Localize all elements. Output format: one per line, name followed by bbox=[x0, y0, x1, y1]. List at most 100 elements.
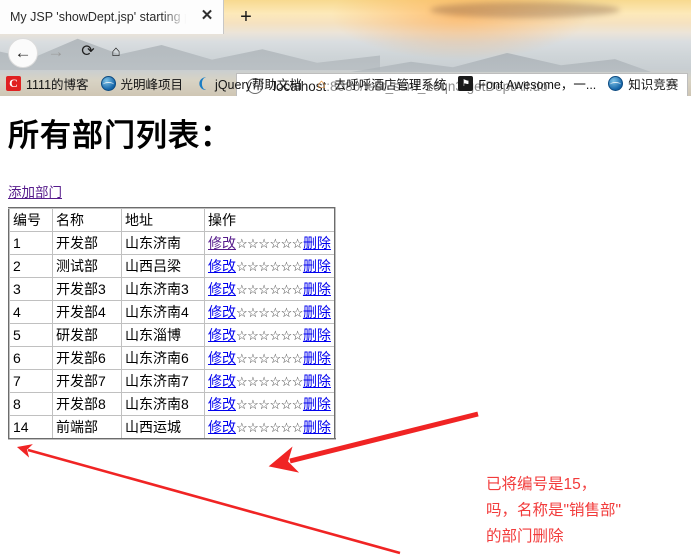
table-row: 14 前端部 山西运城 修改☆☆☆☆☆☆删除 bbox=[8, 415, 336, 440]
annotation-line: 的部门删除 bbox=[486, 528, 564, 545]
browser-tab-active[interactable]: My JSP 'showDept.jsp' starting p ✕ bbox=[0, 0, 224, 34]
bookmark-item[interactable]: C 1111的博客 bbox=[6, 74, 89, 93]
cell-id: 1 bbox=[8, 231, 53, 255]
bookmark-label: jQuery帮助文档 bbox=[215, 77, 302, 92]
star-separator: ☆☆☆☆☆☆ bbox=[236, 397, 303, 412]
edit-link[interactable]: 修改 bbox=[208, 304, 236, 320]
navigation-toolbar: ← → ⟳ ⌂ i localhost:8080/test_ssm_16qn3/… bbox=[0, 34, 691, 99]
cell-id: 14 bbox=[8, 415, 53, 440]
cell-operations: 修改☆☆☆☆☆☆删除 bbox=[203, 346, 336, 370]
star-separator: ☆☆☆☆☆☆ bbox=[236, 351, 303, 366]
csdn-c-icon: C bbox=[6, 75, 21, 91]
bookmark-item[interactable]: 光明峰项目 bbox=[100, 74, 184, 93]
tab-strip: My JSP 'showDept.jsp' starting p ✕ + bbox=[0, 0, 691, 34]
bookmark-item[interactable]: ⚑ Font Awesome，一... bbox=[458, 74, 596, 93]
browser-window: My JSP 'showDept.jsp' starting p ✕ + ← →… bbox=[0, 0, 691, 559]
page-viewport: 所有部门列表： 添加部门 编号 名称 地址 操作 1 开发部 山东济南 修改☆☆☆☆☆☆删除 2… bbox=[0, 96, 691, 559]
star-separator: ☆☆☆☆☆☆ bbox=[236, 420, 303, 435]
edit-link[interactable]: 修改 bbox=[208, 281, 236, 297]
cell-name: 开发部6 bbox=[52, 346, 122, 370]
column-header: 名称 bbox=[52, 207, 122, 232]
delete-link[interactable]: 删除 bbox=[303, 350, 331, 366]
table-row: 1 开发部 山东济南 修改☆☆☆☆☆☆删除 bbox=[8, 231, 336, 255]
table-row: 8 开发部8 山东济南8 修改☆☆☆☆☆☆删除 bbox=[8, 392, 336, 416]
cell-operations: 修改☆☆☆☆☆☆删除 bbox=[203, 231, 336, 255]
edit-link[interactable]: 修改 bbox=[208, 419, 236, 435]
annotation-line: 吗，名称是"销售部" bbox=[486, 502, 622, 519]
add-department-link[interactable]: 添加部门 bbox=[8, 181, 62, 201]
delete-link[interactable]: 删除 bbox=[303, 304, 331, 320]
cell-name: 开发部 bbox=[52, 231, 122, 255]
table-row: 4 开发部4 山东济南4 修改☆☆☆☆☆☆删除 bbox=[8, 300, 336, 324]
bookmark-label: 知识竞赛 bbox=[628, 77, 679, 92]
cell-name: 开发部8 bbox=[52, 392, 122, 416]
cell-operations: 修改☆☆☆☆☆☆删除 bbox=[203, 300, 336, 324]
cell-id: 5 bbox=[8, 323, 53, 347]
delete-link[interactable]: 删除 bbox=[303, 327, 331, 343]
column-header: 地址 bbox=[121, 207, 205, 232]
cell-address: 山东济南8 bbox=[121, 392, 205, 416]
cell-operations: 修改☆☆☆☆☆☆删除 bbox=[203, 323, 336, 347]
table-row: 5 研发部 山东淄博 修改☆☆☆☆☆☆删除 bbox=[8, 323, 336, 347]
globe-icon bbox=[100, 75, 116, 91]
table-row: 3 开发部3 山东济南3 修改☆☆☆☆☆☆删除 bbox=[8, 277, 336, 301]
departments-table: 编号 名称 地址 操作 1 开发部 山东济南 修改☆☆☆☆☆☆删除 2 测试部 山西吕梁 修改☆☆☆☆… bbox=[8, 207, 336, 440]
cell-operations: 修改☆☆☆☆☆☆删除 bbox=[203, 277, 336, 301]
star-separator: ☆☆☆☆☆☆ bbox=[236, 259, 303, 274]
delete-link[interactable]: 删除 bbox=[303, 235, 331, 251]
bookmark-label: 去呼呼酒店管理系统 bbox=[333, 77, 447, 92]
cell-name: 开发部4 bbox=[52, 300, 122, 324]
cell-operations: 修改☆☆☆☆☆☆删除 bbox=[203, 254, 336, 278]
edit-link[interactable]: 修改 bbox=[208, 373, 236, 389]
edit-link[interactable]: 修改 bbox=[208, 396, 236, 412]
jquery-icon: ❨ bbox=[196, 74, 209, 91]
edit-link[interactable]: 修改 bbox=[208, 327, 236, 343]
delete-link[interactable]: 删除 bbox=[303, 281, 331, 297]
bookmark-label: 光明峰项目 bbox=[120, 77, 184, 92]
cell-id: 7 bbox=[8, 369, 53, 393]
house-icon: ⌂ bbox=[317, 75, 326, 91]
delete-link[interactable]: 删除 bbox=[303, 419, 331, 435]
column-header: 编号 bbox=[8, 207, 53, 232]
page-title: 所有部门列表： bbox=[8, 118, 232, 153]
cell-address: 山东济南3 bbox=[121, 277, 205, 301]
star-separator: ☆☆☆☆☆☆ bbox=[236, 305, 303, 320]
cell-address: 山东淄博 bbox=[121, 323, 205, 347]
cell-name: 前端部 bbox=[52, 415, 122, 440]
star-separator: ☆☆☆☆☆☆ bbox=[236, 282, 303, 297]
column-header: 操作 bbox=[203, 207, 336, 232]
cell-id: 6 bbox=[8, 346, 53, 370]
edit-link[interactable]: 修改 bbox=[208, 350, 236, 366]
star-separator: ☆☆☆☆☆☆ bbox=[236, 236, 303, 251]
bookmark-label: Font Awesome，一... bbox=[478, 77, 597, 92]
bookmark-item[interactable]: ⌂ 去呼呼酒店管理系统 bbox=[314, 74, 447, 93]
table-row: 7 开发部7 山东济南7 修改☆☆☆☆☆☆删除 bbox=[8, 369, 336, 393]
cell-operations: 修改☆☆☆☆☆☆删除 bbox=[203, 415, 336, 440]
close-icon[interactable]: ✕ bbox=[199, 8, 215, 24]
bookmarks-bar: C 1111的博客 光明峰项目 ❨ jQuery帮助文档 ⌂ 去呼呼酒店管理系统… bbox=[0, 70, 691, 96]
bookmark-item[interactable]: 知识竞赛 bbox=[608, 74, 678, 93]
cell-operations: 修改☆☆☆☆☆☆删除 bbox=[203, 392, 336, 416]
edit-link[interactable]: 修改 bbox=[208, 258, 236, 274]
cell-operations: 修改☆☆☆☆☆☆删除 bbox=[203, 369, 336, 393]
cell-id: 2 bbox=[8, 254, 53, 278]
delete-link[interactable]: 删除 bbox=[303, 373, 331, 389]
edit-link[interactable]: 修改 bbox=[208, 235, 236, 251]
cell-address: 山东济南 bbox=[121, 231, 205, 255]
new-tab-button[interactable]: + bbox=[232, 4, 260, 30]
forward-arrow-icon[interactable]: → bbox=[44, 40, 68, 64]
table-header-row: 编号 名称 地址 操作 bbox=[8, 207, 336, 232]
bookmark-item[interactable]: ❨ jQuery帮助文档 bbox=[195, 74, 302, 93]
cell-address: 山东济南6 bbox=[121, 346, 205, 370]
cell-address: 山东济南7 bbox=[121, 369, 205, 393]
back-arrow-icon[interactable]: ← bbox=[8, 38, 38, 68]
tab-title: My JSP 'showDept.jsp' starting p bbox=[10, 10, 186, 24]
delete-link[interactable]: 删除 bbox=[303, 258, 331, 274]
cell-id: 8 bbox=[8, 392, 53, 416]
flag-icon: ⚑ bbox=[458, 75, 474, 91]
home-icon[interactable]: ⌂ bbox=[104, 40, 128, 64]
reload-icon[interactable]: ⟳ bbox=[76, 40, 100, 64]
table-row: 6 开发部6 山东济南6 修改☆☆☆☆☆☆删除 bbox=[8, 346, 336, 370]
globe-icon bbox=[608, 75, 624, 91]
delete-link[interactable]: 删除 bbox=[303, 396, 331, 412]
